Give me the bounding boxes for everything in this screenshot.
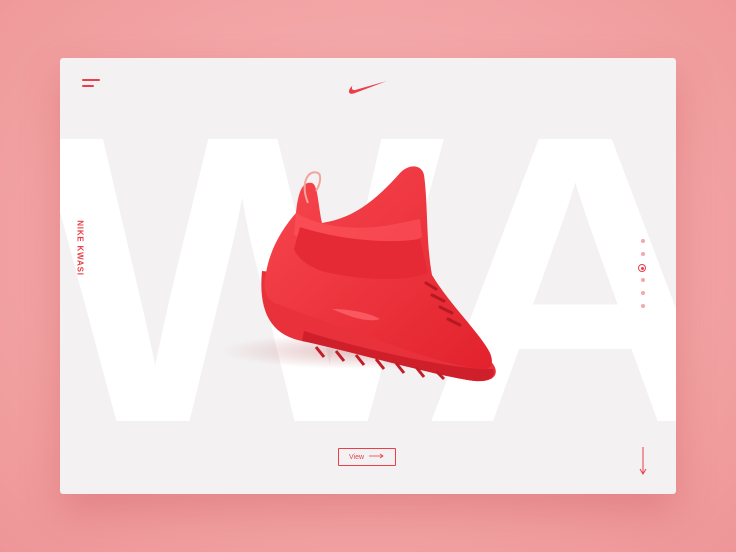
pagination-dot[interactable] (641, 291, 645, 295)
menu-line (82, 79, 100, 81)
pagination-dot-active[interactable] (638, 264, 646, 272)
menu-line (82, 85, 94, 87)
pagination-dot[interactable] (641, 304, 645, 308)
hamburger-menu-icon[interactable] (82, 78, 100, 90)
view-button-label: View (348, 453, 365, 461)
nike-swoosh-icon[interactable] (348, 80, 388, 101)
red-sneaker-image (200, 163, 500, 403)
product-name-vertical: NIKE KWASI (75, 220, 85, 276)
pagination-dot[interactable] (641, 239, 645, 243)
arrow-down-icon[interactable] (638, 446, 648, 481)
long-arrow-right-icon (369, 453, 385, 461)
pagination-dot[interactable] (641, 252, 645, 256)
view-button[interactable]: View (338, 448, 396, 466)
pagination-dot[interactable] (641, 278, 645, 282)
product-card: WA NIKE KWASI (60, 58, 676, 494)
